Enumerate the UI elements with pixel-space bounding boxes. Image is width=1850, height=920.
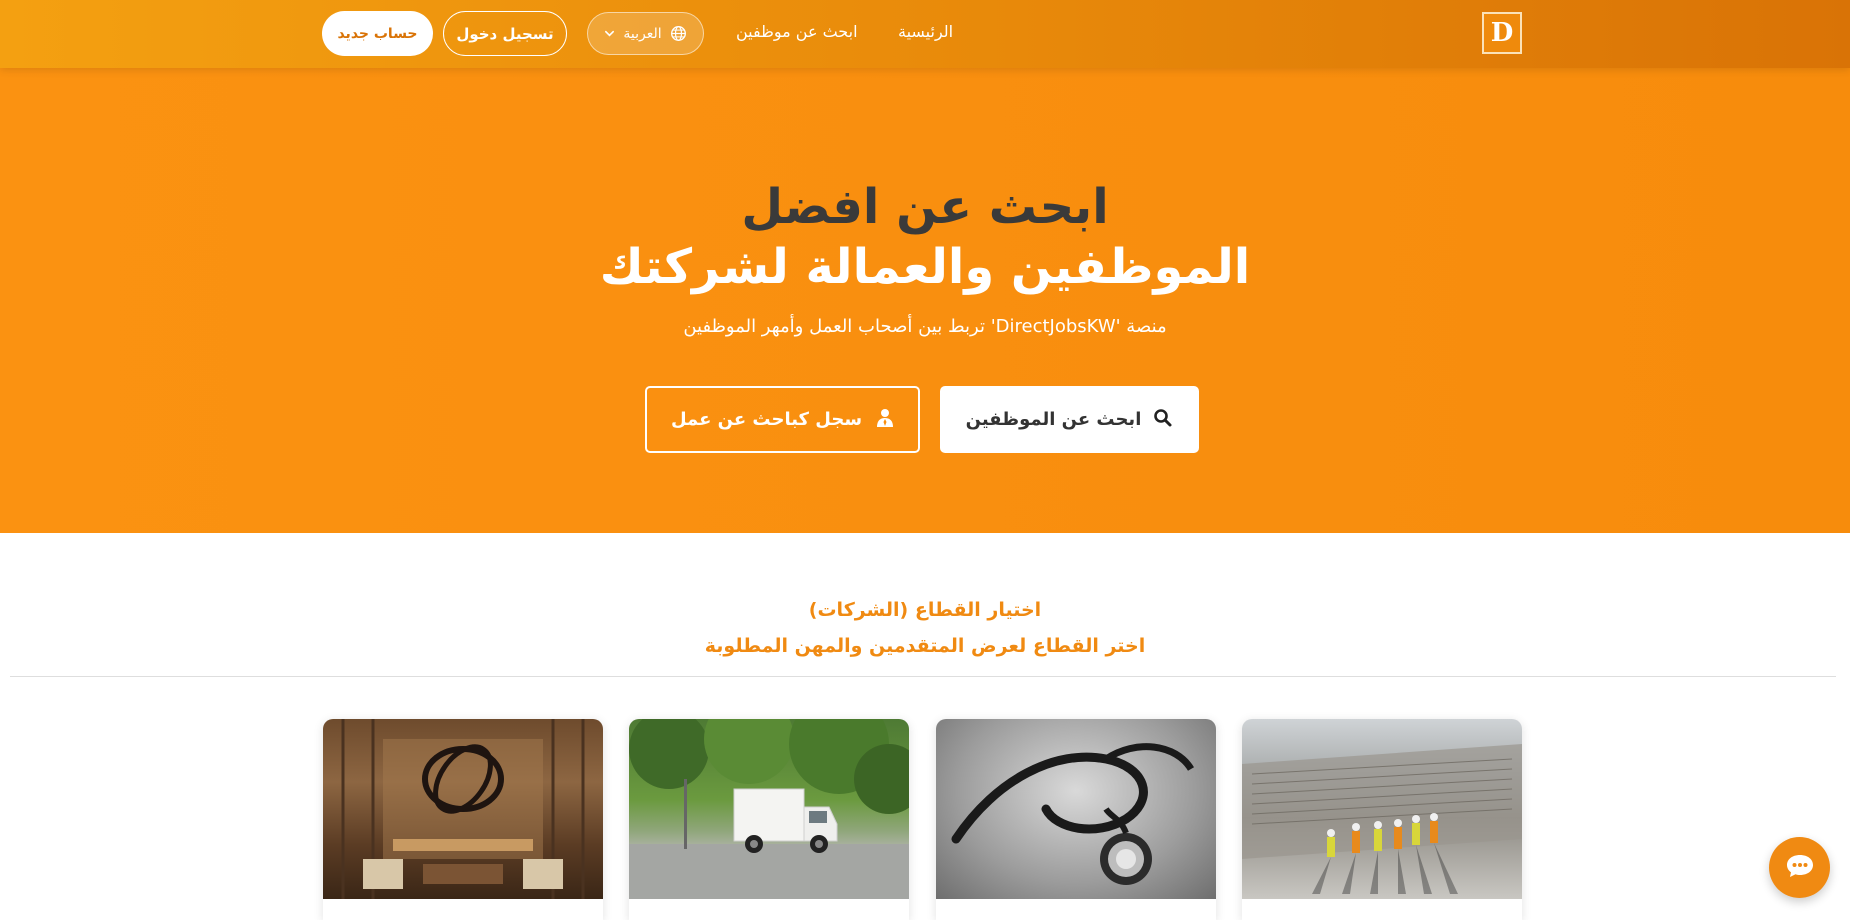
login-button[interactable]: تسجيل دخول — [443, 11, 567, 56]
language-selector[interactable]: العربية — [587, 12, 704, 55]
nav-home-link[interactable]: الرئيسية — [898, 22, 953, 41]
signup-button[interactable]: حساب جديد — [322, 11, 433, 56]
register-jobseeker-button[interactable]: سجل كباحث عن عمل — [645, 386, 920, 453]
sector-card-hospitality[interactable] — [323, 719, 603, 920]
restaurant-interior-photo — [323, 719, 603, 899]
search-employees-label: ابحث عن الموظفين — [965, 409, 1142, 430]
chat-button[interactable] — [1769, 837, 1830, 898]
hero-subtitle: منصة 'DirectJobsKW' تربط بين أصحاب العمل… — [683, 316, 1167, 337]
site-logo[interactable]: D — [1482, 12, 1522, 54]
hero-title-line2: الموظفين والعمالة لشركتك — [599, 239, 1251, 295]
chevron-down-icon — [604, 28, 615, 39]
chat-icon — [1785, 853, 1815, 883]
hero-title-line1: ابحث عن افضل — [741, 179, 1109, 235]
register-jobseeker-label: سجل كباحث عن عمل — [670, 409, 863, 430]
sector-card-transport[interactable] — [629, 719, 909, 920]
language-label: العربية — [623, 25, 662, 42]
globe-icon — [670, 25, 687, 42]
nav-find-employees-link[interactable]: ابحث عن موظفين — [736, 22, 858, 41]
delivery-truck-photo — [629, 719, 909, 899]
sector-card-medical[interactable] — [936, 719, 1216, 920]
search-employees-button[interactable]: ابحث عن الموظفين — [940, 386, 1199, 453]
section-divider — [10, 676, 1836, 677]
user-icon — [876, 408, 894, 432]
logo-letter: D — [1490, 18, 1514, 48]
hero-section: ابحث عن افضل الموظفين والعمالة لشركتك من… — [0, 68, 1850, 533]
hero-title: ابحث عن افضل الموظفين والعمالة لشركتك — [0, 178, 1850, 296]
sectors-title: اختيار القطاع (الشركات) — [808, 599, 1042, 621]
sector-card-construction[interactable] — [1242, 719, 1522, 920]
sectors-subtitle: اختر القطاع لعرض المتقدمين والمهن المطلو… — [704, 635, 1146, 657]
stethoscope-photo — [936, 719, 1216, 899]
top-navbar: D الرئيسية ابحث عن موظفين العربية تسجيل … — [0, 0, 1850, 68]
search-icon — [1153, 408, 1173, 432]
construction-site-photo — [1242, 719, 1522, 899]
